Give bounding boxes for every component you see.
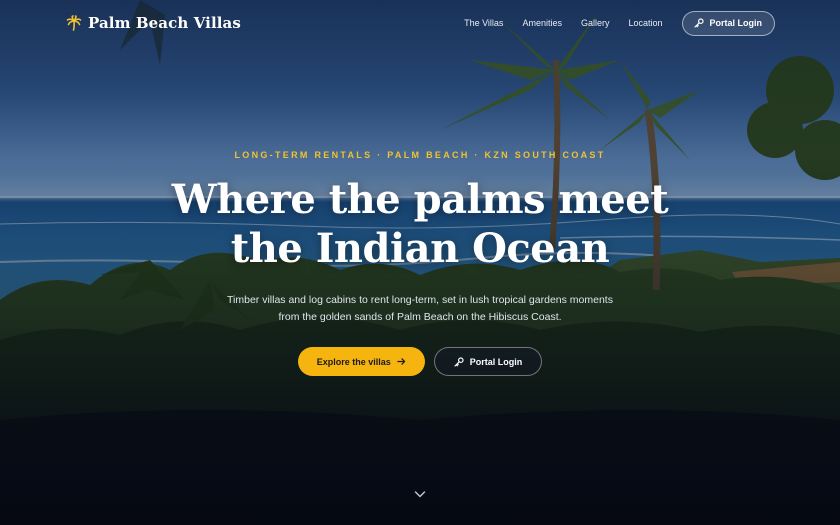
hero-section: Palm Beach Villas The Villas Amenities G… xyxy=(0,0,840,525)
key-icon xyxy=(454,356,464,367)
hero-subtitle: Timber villas and log cabins to rent lon… xyxy=(227,294,613,323)
hero-content: LONG-TERM RENTALS · PALM BEACH · KZN SOU… xyxy=(0,0,840,525)
hero-portal-login-label: Portal Login xyxy=(469,356,523,367)
hero-cta-group: Explore the villas Portal Login xyxy=(0,347,840,376)
explore-villas-button[interactable]: Explore the villas xyxy=(297,347,425,376)
hero-eyebrow: LONG-TERM RENTALS · PALM BEACH · KZN SOU… xyxy=(234,150,606,160)
explore-villas-label: Explore the villas xyxy=(316,356,391,367)
hero-headline-line-1: Where the palms meet xyxy=(171,176,669,223)
arrow-right-icon xyxy=(397,358,406,365)
chevron-down-icon[interactable] xyxy=(413,487,427,501)
hero-portal-login-button[interactable]: Portal Login xyxy=(433,347,543,376)
hero-headline-line-2: the Indian Ocean xyxy=(230,225,610,272)
hero-headline: Where the palms meet the Indian Ocean xyxy=(0,175,840,273)
